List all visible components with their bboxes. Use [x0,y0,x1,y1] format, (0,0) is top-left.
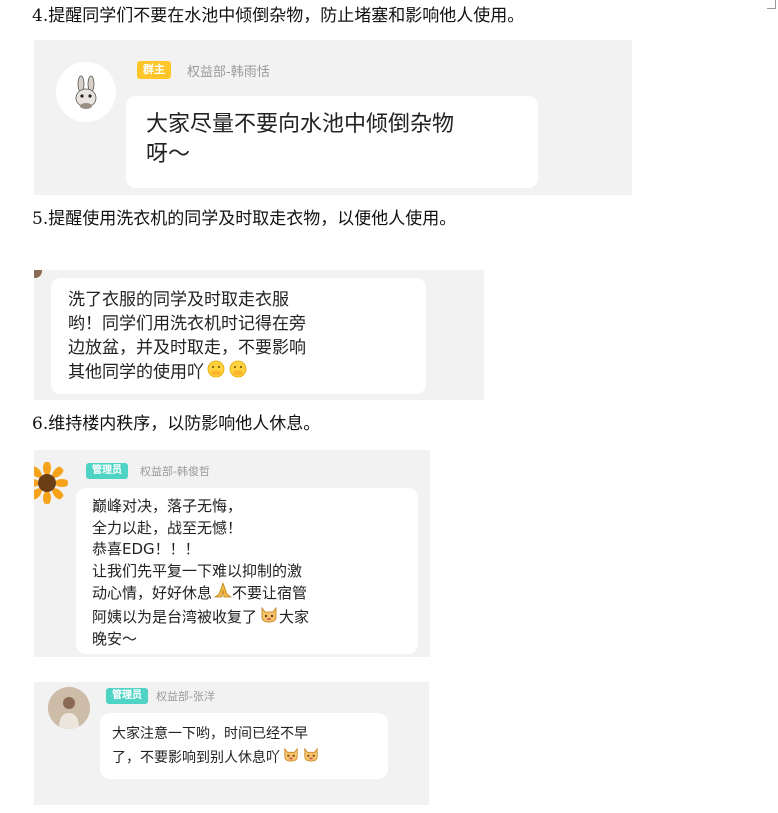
message-line: 全力以赴，战至无憾！ [92,518,243,537]
rabbit-avatar [56,62,116,122]
message-text: 不要让宿管 [232,583,308,602]
sender-name: 权益部-韩雨恬 [187,65,270,80]
sunflower-avatar [34,462,68,504]
message-bubble: 巅峰对决，落子无悔， 全力以赴，战至无憾！ 恭喜EDG！！！ 让我们先平复一下难… [76,488,418,654]
message-line: 恭喜EDG！！！ [92,540,200,558]
cat-face-emoji [259,605,279,630]
message-line-with-emoji: 了，不要影响到别人休息吖 [112,746,388,770]
message-text: 阿姨以为是台湾被收复了 [92,607,258,626]
cat-face-emoji [282,746,300,770]
hand-over-mouth-emoji [228,360,248,385]
message-line: 边放盆，并及时取走，不要影响 [68,338,306,358]
sender-name: 权益部-韩俊哲 [140,465,210,478]
chat-screenshot-4: 管理员 权益部-张洋 大家注意一下哟，时间已经不早 了，不要影响到别人休息吖 [34,682,429,805]
message-line-with-emoji: 动心情，好好休息 不要让宿管 [92,581,418,605]
message-line: 巅峰对决，落子无悔， [92,497,243,515]
message-bubble: 大家尽量不要向水池中倾倒杂物 呀～ [126,96,538,188]
message-line: 晚安～ [92,630,138,648]
message-bubble: 大家注意一下哟，时间已经不早 了，不要影响到别人休息吖 [100,713,388,779]
sender-name: 权益部-张洋 [156,690,215,703]
owner-badge: 群主 [137,61,171,79]
message-text: 大家 [279,607,310,626]
message-line: 洗了衣服的同学及时取走衣服 [68,290,289,310]
person-avatar [48,687,90,729]
message-line-with-emoji: 其他同学的使用吖 [68,360,426,385]
heading-5: 5.提醒使用洗衣机的同学及时取走衣物，以便他人使用。 [32,209,457,229]
admin-badge: 管理员 [106,688,148,704]
hand-over-mouth-emoji [206,360,226,385]
chat-screenshot-2: 洗了衣服的同学及时取走衣服 哟！同学们用洗衣机时记得在旁 边放盆，并及时取走，不… [34,270,484,400]
message-line-with-emoji: 阿姨以为是台湾被收复了 大家 [92,605,418,630]
heading-4: 4.提醒同学们不要在水池中倾倒杂物，防止堵塞和影响他人使用。 [32,6,525,26]
message-line: 大家尽量不要向水池中倾倒杂物 [146,112,455,137]
message-text: 其他同学的使用吖 [68,362,204,383]
message-line: 让我们先平复一下难以抑制的激 [92,561,303,580]
message-bubble: 洗了衣服的同学及时取走衣服 哟！同学们用洗衣机时记得在旁 边放盆，并及时取走，不… [51,278,426,394]
message-text: 了，不要影响到别人休息吖 [112,750,280,766]
chat-screenshot-1: 群主 权益部-韩雨恬 大家尽量不要向水池中倾倒杂物 呀～ [34,40,632,195]
message-text: 动心情，好好休息 [92,583,213,602]
avatar-edge [34,270,42,278]
folded-hands-emoji [213,581,233,605]
corner-mark [767,0,776,9]
admin-badge: 管理员 [86,463,128,479]
heading-6: 6.维持楼内秩序，以防影响他人休息。 [32,414,321,434]
message-line: 哟！同学们用洗衣机时记得在旁 [68,314,306,334]
message-line: 呀～ [146,142,191,167]
cat-face-emoji [302,746,320,770]
chat-screenshot-3: 管理员 权益部-韩俊哲 巅峰对决，落子无悔， 全力以赴，战至无憾！ 恭喜EDG！… [34,450,430,657]
message-line: 大家注意一下哟，时间已经不早 [112,726,308,742]
